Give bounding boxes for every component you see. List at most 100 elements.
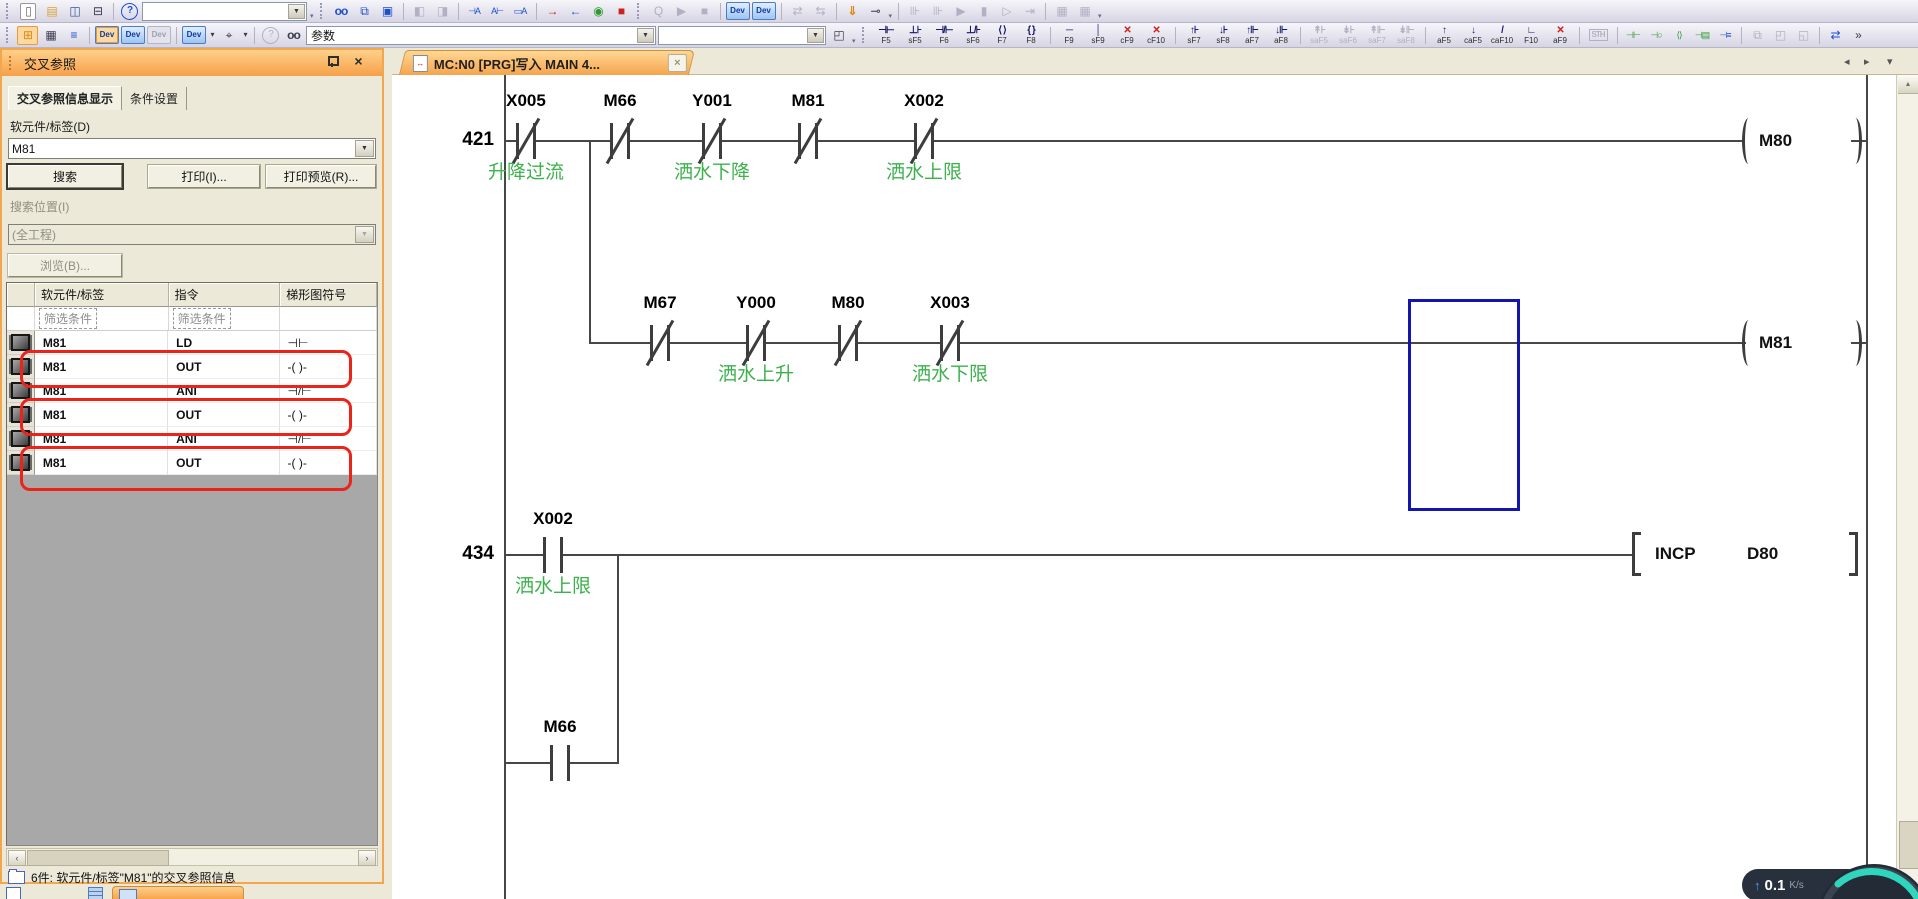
toolbar-overflow-chevron[interactable]: ▾ bbox=[851, 37, 857, 47]
session-circle-widget[interactable]: 49 bbox=[1816, 864, 1918, 899]
device-combo[interactable]: M81 ▼ bbox=[8, 138, 376, 159]
toolbar-grip[interactable] bbox=[862, 27, 868, 43]
list-view-icon[interactable]: ≡ bbox=[63, 26, 84, 45]
search-button[interactable]: 搜索 bbox=[8, 165, 122, 188]
copy-icon[interactable]: ⧉ bbox=[354, 2, 375, 21]
print-icon[interactable]: ⊟ bbox=[87, 2, 108, 21]
parameter-combo[interactable]: 参数▼ bbox=[306, 26, 656, 45]
monitor-step-icon[interactable]: ⇥ bbox=[1019, 2, 1040, 21]
cross-ref-find-icon[interactable]: oo bbox=[283, 26, 304, 45]
panel-title-bar[interactable]: 交叉参照 bbox=[2, 50, 382, 76]
keyword-icon[interactable]: ⊸ bbox=[865, 2, 886, 21]
scrollbar-thumb[interactable] bbox=[27, 850, 169, 866]
device-monitor-icon[interactable]: Dev bbox=[95, 26, 119, 44]
toolbar-grip[interactable] bbox=[320, 3, 326, 19]
monitor-start-icon[interactable]: ⊪ bbox=[904, 2, 925, 21]
doc-search-icon[interactable]: ◰ bbox=[828, 26, 849, 45]
active-tab-fragment[interactable] bbox=[112, 886, 244, 899]
ladder-tool-sF7-icon[interactable]: ↑⊦sF7 bbox=[1181, 24, 1208, 46]
edit-application-icon[interactable]: ⟨⟩ bbox=[1669, 26, 1690, 45]
pin-icon[interactable] bbox=[326, 55, 338, 67]
device-find-icon[interactable]: ⊣A bbox=[464, 2, 485, 21]
print-button[interactable]: 打印(I)... bbox=[148, 165, 260, 188]
filter-device[interactable]: 筛选条件 bbox=[35, 307, 169, 331]
zoom-device-dropdown-icon[interactable]: ▾ bbox=[241, 26, 249, 45]
ladder-tool-cF9-icon[interactable]: ✕cF9 bbox=[1114, 24, 1141, 46]
chevron-down-icon[interactable]: ▼ bbox=[637, 28, 654, 43]
search-stop-icon[interactable]: ■ bbox=[611, 2, 632, 21]
toolbar-overflow-chevron[interactable]: ▾ bbox=[309, 12, 315, 22]
instruction-INCP[interactable]: INCP D80 bbox=[1632, 531, 1858, 577]
jump-prev-icon[interactable]: ← bbox=[565, 2, 586, 21]
chevron-down-icon[interactable]: ▼ bbox=[355, 140, 374, 157]
help-gray-icon[interactable]: ? bbox=[262, 27, 279, 44]
paste-icon[interactable]: ▣ bbox=[377, 2, 398, 21]
nc-contact-X002[interactable] bbox=[914, 123, 934, 159]
tab-scroll-right-icon[interactable]: ▸ bbox=[1864, 55, 1870, 68]
ladder-tool-sF5-icon[interactable]: ⊥⊦sF5 bbox=[902, 24, 929, 46]
ladder-tool-saF5-icon[interactable]: ↟⊦saF5 bbox=[1306, 24, 1333, 46]
scrollbar-thumb[interactable] bbox=[1899, 821, 1918, 869]
edit-block-icon[interactable]: ⊣≡ bbox=[1715, 26, 1736, 45]
help-icon[interactable]: ? bbox=[121, 3, 138, 20]
ladder-tool-F6-icon[interactable]: ⊣/⊢F6 bbox=[931, 24, 958, 46]
ladder-tool-cF10-icon[interactable]: ✕cF10 bbox=[1143, 24, 1170, 46]
ladder-tool-saF6-icon[interactable]: ↡⊦saF6 bbox=[1335, 24, 1362, 46]
nc-contact-M80[interactable] bbox=[838, 325, 858, 361]
nc-contact-Y000[interactable] bbox=[746, 325, 766, 361]
zoom-device-icon[interactable]: ⌖ bbox=[218, 26, 239, 45]
editor-tab[interactable]: ↔ MC:N0 [PRG]写入 MAIN 4... × bbox=[399, 50, 695, 75]
secondary-combo[interactable]: ▼ bbox=[658, 26, 826, 45]
ladder-canvas[interactable]: 421 X005 M66 Y001 M81 X002 升降过流 洒水下降 洒水上… bbox=[392, 75, 1918, 899]
zoom-stop-icon[interactable]: ■ bbox=[694, 2, 715, 21]
filter-instruction[interactable]: 筛选条件 bbox=[169, 307, 281, 331]
ladder-tool-F8-icon[interactable]: { }F8 bbox=[1018, 24, 1045, 46]
horizontal-scrollbar[interactable]: ‹ › bbox=[6, 848, 378, 866]
filter-symbol[interactable] bbox=[280, 307, 377, 331]
nc-contact-Y001[interactable] bbox=[702, 123, 722, 159]
monitor-run-icon[interactable]: ▶ bbox=[950, 2, 971, 21]
ladder-tool-saF7-icon[interactable]: ↟⊩saF7 bbox=[1364, 24, 1391, 46]
device-test-2-icon[interactable]: ▦ bbox=[1074, 2, 1095, 21]
ladder-tool-STH-icon[interactable]: STH bbox=[1585, 24, 1612, 46]
project-tree-icon[interactable]: ⊞ bbox=[17, 26, 38, 45]
ladder-compare-icon[interactable]: ⇄ bbox=[1825, 26, 1846, 45]
scroll-right-icon[interactable]: › bbox=[358, 850, 376, 866]
toolbar-overflow-chevron[interactable]: ▾ bbox=[888, 12, 894, 22]
nc-contact-M81[interactable] bbox=[798, 123, 818, 159]
print-preview-button[interactable]: 打印预览(R)... bbox=[266, 165, 376, 188]
edit-cursor-selection[interactable] bbox=[1408, 299, 1520, 511]
dev-window-1-icon[interactable]: Dev bbox=[726, 2, 750, 20]
device-find-next-icon[interactable]: A⊢ bbox=[487, 2, 508, 21]
header-device[interactable]: 软元件/标签 bbox=[35, 283, 169, 307]
header-icon-col[interactable] bbox=[7, 283, 35, 307]
doc-copy-gray-icon[interactable]: ⧉ bbox=[1747, 26, 1768, 45]
device-watch-dropdown-icon[interactable]: ▾ bbox=[208, 26, 216, 45]
plc-module-icon[interactable]: ▦ bbox=[40, 26, 61, 45]
close-icon[interactable]: × bbox=[351, 53, 366, 68]
device-find-box-icon[interactable]: ▭A bbox=[510, 2, 531, 21]
new-file-icon[interactable]: ▯ bbox=[20, 3, 36, 20]
ladder-tool-F7-icon[interactable]: ⟨ ⟩F7 bbox=[989, 24, 1016, 46]
grid-icon[interactable] bbox=[88, 887, 103, 899]
doc-find2-gray-icon[interactable]: ◱ bbox=[1793, 26, 1814, 45]
nc-contact-X005[interactable] bbox=[516, 123, 536, 159]
tab-condition-settings[interactable]: 条件设置 bbox=[122, 87, 187, 110]
header-instruction[interactable]: 指令 bbox=[169, 283, 281, 307]
monitor-stop-icon[interactable]: ⊪ bbox=[927, 2, 948, 21]
tab-cross-ref-info[interactable]: 交叉参照信息显示 bbox=[8, 86, 122, 110]
download-icon[interactable]: ⇓ bbox=[842, 2, 863, 21]
toolbar-overflow-icon[interactable]: » bbox=[1848, 26, 1869, 45]
window-split-left-icon[interactable]: ◧ bbox=[409, 2, 430, 21]
edit-contact-icon[interactable]: ⊣⊢ bbox=[1623, 26, 1644, 45]
monitor-watch-icon[interactable]: ▷ bbox=[996, 2, 1017, 21]
tab-menu-icon[interactable]: ▾ bbox=[1887, 55, 1893, 68]
tab-close-icon[interactable]: × bbox=[668, 54, 687, 72]
tab-scroll-left-icon[interactable]: ◂ bbox=[1844, 55, 1850, 68]
device-grid-icon[interactable]: Dev bbox=[147, 26, 171, 44]
find-binoculars-icon[interactable]: oo bbox=[331, 2, 352, 21]
ladder-tool-aF8-icon[interactable]: ↓⊩aF8 bbox=[1268, 24, 1295, 46]
ladder-tool-aF5-icon[interactable]: ↑aF5 bbox=[1431, 24, 1458, 46]
ladder-tool-aF7-icon[interactable]: ↑⊩aF7 bbox=[1239, 24, 1266, 46]
nc-contact-M66[interactable] bbox=[610, 123, 630, 159]
